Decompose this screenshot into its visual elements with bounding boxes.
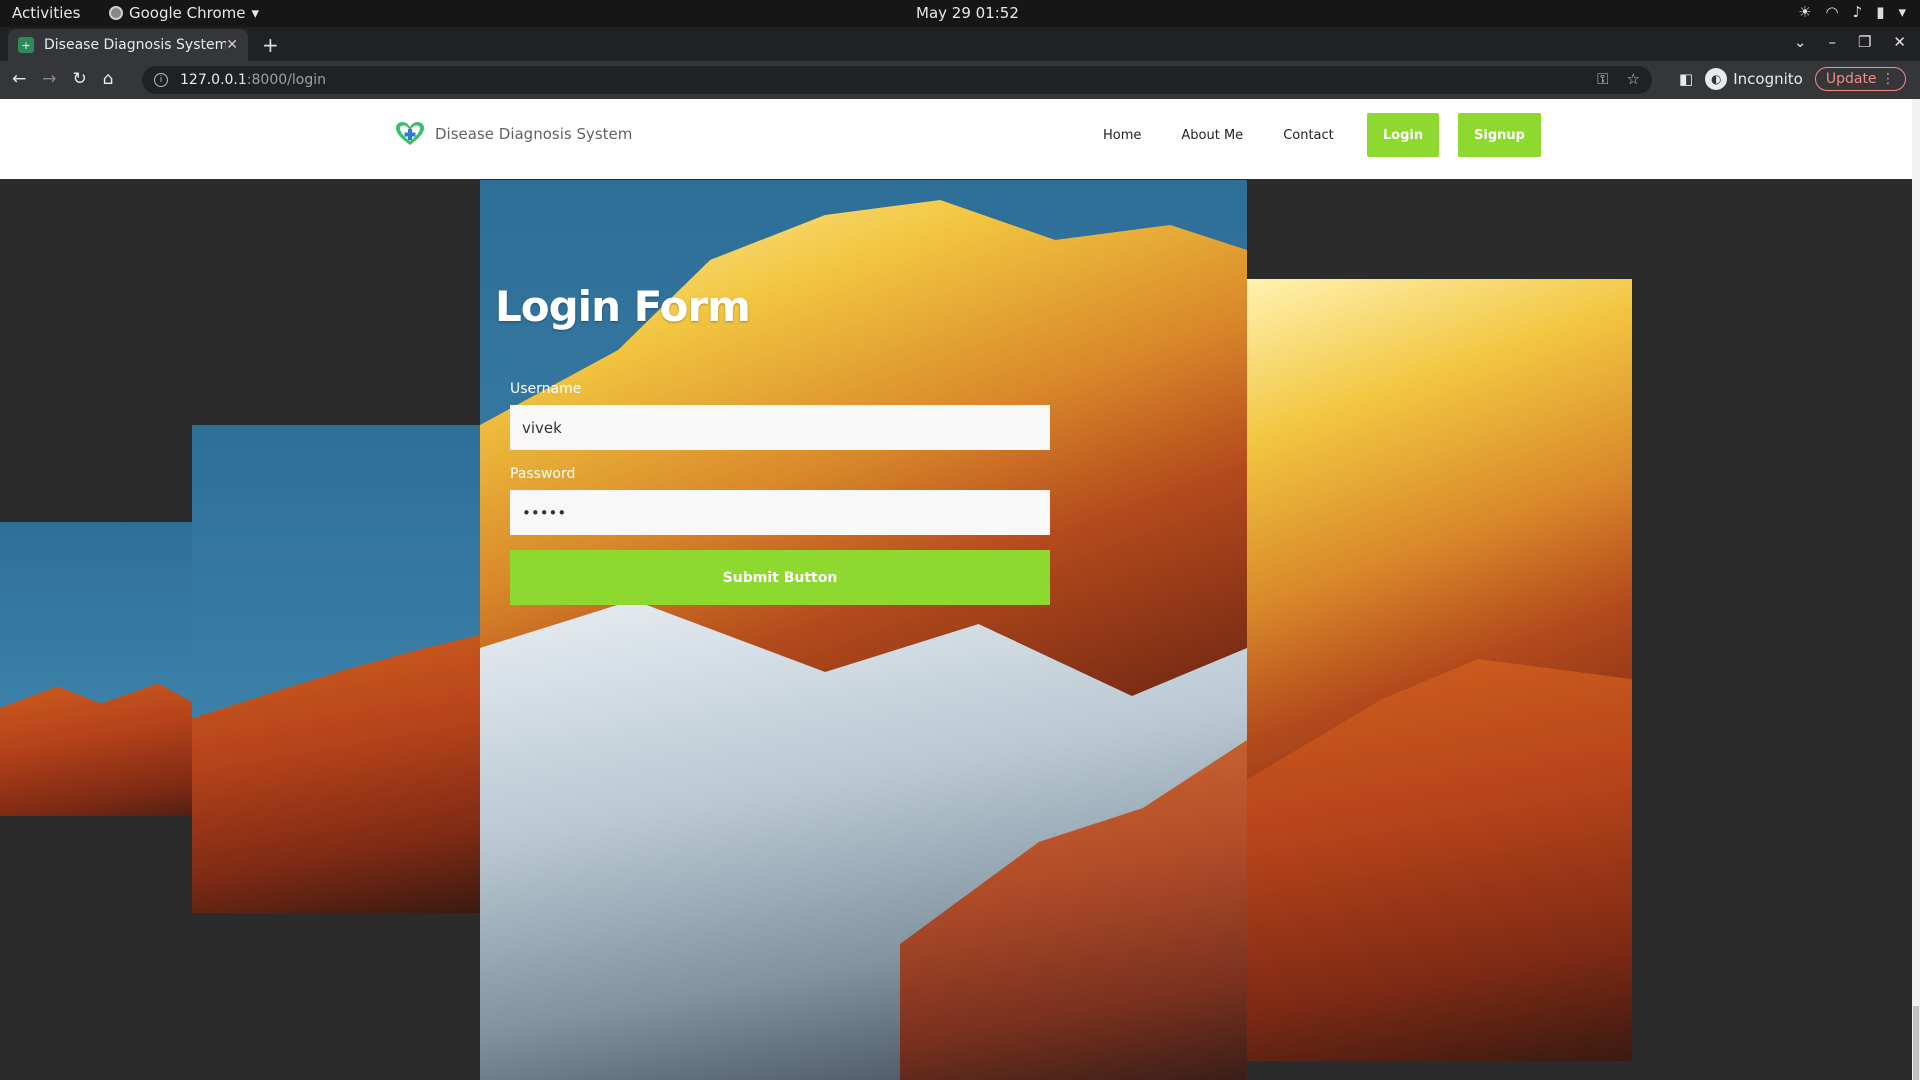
nav-links: Home About Me Contact bbox=[1103, 128, 1334, 143]
brand[interactable]: Disease Diagnosis System bbox=[395, 121, 632, 147]
mountain-image bbox=[1247, 279, 1632, 1061]
close-window-icon[interactable]: ✕ bbox=[1893, 33, 1906, 51]
incognito-icon: ◐ bbox=[1705, 68, 1728, 90]
nav-buttons: ← → ↻ ⌂ bbox=[12, 69, 114, 89]
app-name: Google Chrome bbox=[129, 4, 246, 22]
form-title: Login Form bbox=[495, 282, 751, 331]
battery-icon: ▮ bbox=[1876, 3, 1885, 21]
activities-button[interactable]: Activities bbox=[12, 4, 80, 22]
page-scrollbar[interactable] bbox=[1912, 99, 1920, 1080]
username-label: Username bbox=[510, 381, 582, 397]
browser-tab[interactable]: + Disease Diagnosis System ✕ bbox=[8, 29, 248, 61]
chevron-down-icon: ▾ bbox=[251, 4, 260, 22]
site-info-icon[interactable]: i bbox=[154, 73, 168, 87]
nav-home[interactable]: Home bbox=[1103, 128, 1141, 143]
omnibox-actions: ⚿ ☆ bbox=[1597, 70, 1640, 88]
url-host: 127.0.0.1 bbox=[180, 72, 247, 88]
home-icon[interactable]: ⌂ bbox=[103, 69, 114, 89]
tab-search-icon[interactable]: ⌄ bbox=[1794, 33, 1807, 51]
close-icon[interactable]: ✕ bbox=[226, 37, 238, 53]
site-favicon-icon: + bbox=[18, 37, 34, 53]
update-button[interactable]: Update ⋮ bbox=[1814, 67, 1906, 91]
chrome-icon bbox=[109, 6, 123, 20]
minimize-icon[interactable]: – bbox=[1828, 33, 1836, 51]
scrollbar-thumb[interactable] bbox=[1913, 1006, 1919, 1080]
browser-toolbar: ← → ↻ ⌂ i 127.0.0.1 :8000/login ⚿ ☆ ◧ ◐ … bbox=[0, 61, 1920, 99]
signup-button[interactable]: Signup bbox=[1458, 113, 1541, 157]
address-bar[interactable]: i 127.0.0.1 :8000/login ⚿ ☆ bbox=[142, 66, 1652, 94]
username-input[interactable] bbox=[510, 405, 1050, 450]
brightness-icon: ☀ bbox=[1798, 3, 1812, 21]
page-viewport: Disease Diagnosis System Home About Me C… bbox=[0, 99, 1912, 1080]
toolbar-right: ◧ ◐ Incognito Update ⋮ bbox=[1679, 67, 1906, 91]
star-icon[interactable]: ☆ bbox=[1627, 70, 1640, 88]
brand-name: Disease Diagnosis System bbox=[435, 125, 633, 143]
volume-icon: ♪ bbox=[1852, 3, 1863, 21]
password-label: Password bbox=[510, 466, 576, 482]
tab-strip: + Disease Diagnosis System ✕ + ⌄ – ❐ ✕ bbox=[0, 27, 1920, 61]
reload-icon[interactable]: ↻ bbox=[73, 69, 87, 89]
profile-label: Incognito bbox=[1733, 70, 1803, 88]
password-input[interactable] bbox=[510, 490, 1050, 535]
mountain-image bbox=[192, 425, 480, 913]
login-button[interactable]: Login bbox=[1367, 113, 1439, 157]
window-controls: ⌄ – ❐ ✕ bbox=[1794, 33, 1906, 51]
forward-icon[interactable]: → bbox=[42, 69, 56, 89]
update-label: Update bbox=[1825, 71, 1877, 87]
tab-title: Disease Diagnosis System bbox=[44, 37, 227, 53]
site-navbar: Disease Diagnosis System Home About Me C… bbox=[0, 99, 1912, 179]
system-tray[interactable]: ☀ ◠ ♪ ▮ ▾ bbox=[1798, 3, 1906, 21]
restore-icon[interactable]: ❐ bbox=[1858, 33, 1871, 51]
url-path: :8000/login bbox=[246, 72, 326, 88]
nav-contact[interactable]: Contact bbox=[1283, 128, 1334, 143]
key-icon[interactable]: ⚿ bbox=[1597, 70, 1608, 88]
system-top-bar: Activities Google Chrome ▾ May 29 01:52 … bbox=[0, 0, 1920, 27]
profile-button[interactable]: ◐ Incognito bbox=[1705, 68, 1803, 90]
submit-button[interactable]: Submit Button bbox=[510, 550, 1050, 605]
clock[interactable]: May 29 01:52 bbox=[916, 4, 1019, 22]
new-tab-button[interactable]: + bbox=[262, 33, 279, 57]
app-menu[interactable]: Google Chrome ▾ bbox=[109, 4, 259, 22]
side-panel-icon[interactable]: ◧ bbox=[1679, 70, 1693, 88]
chevron-down-icon: ▾ bbox=[1898, 3, 1906, 21]
heart-plus-logo-icon bbox=[396, 122, 424, 145]
wifi-icon: ◠ bbox=[1825, 3, 1839, 21]
back-icon[interactable]: ← bbox=[12, 69, 26, 89]
nav-about[interactable]: About Me bbox=[1181, 128, 1243, 143]
